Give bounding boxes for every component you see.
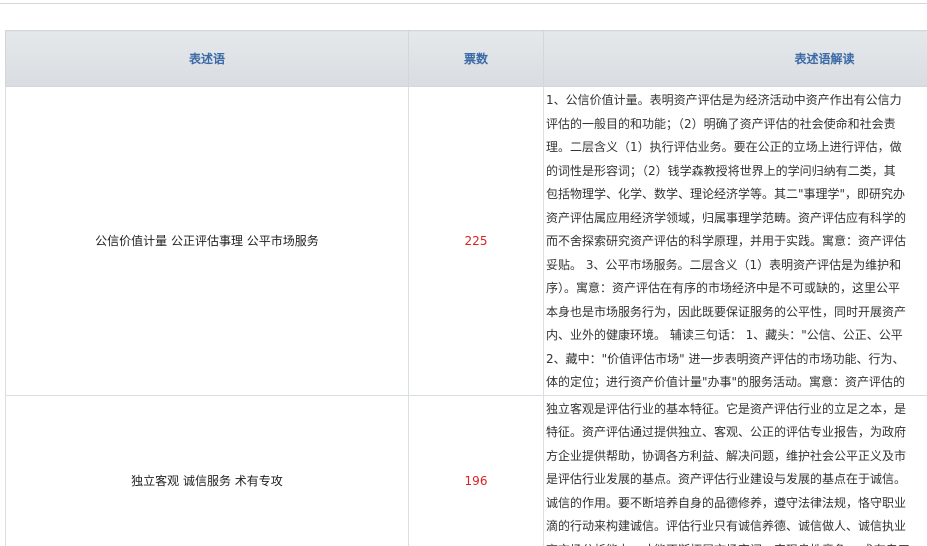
table-header-row: 表述语 票数 表述语解读 — [5, 30, 927, 87]
interpretation-text: 1、公信价值计量。表明资产评估是为经济活动中资产作出有公信力 评估的一般目的和功… — [546, 93, 907, 389]
phrase-cell: 公信价值计量 公正评估事理 公平市场服务 — [5, 86, 409, 396]
interpretation-cell: 独立客观是评估行业的基本特征。它是资产评估行业的立足之本，是 特征。资产评估通过… — [543, 394, 927, 546]
phrase-cell: 独立客观 诚信服务 术有专攻 — [5, 394, 409, 546]
results-table-container[interactable]: 表述语 票数 表述语解读 公信价值计量 公正评估事理 公平市场服务 225 1、… — [5, 30, 927, 546]
interpretation-cell: 1、公信价值计量。表明资产评估是为经济活动中资产作出有公信力 评估的一般目的和功… — [543, 86, 927, 396]
column-header-interpretation: 表述语解读 — [543, 30, 927, 87]
table-row: 公信价值计量 公正评估事理 公平市场服务 225 1、公信价值计量。表明资产评估… — [5, 86, 927, 396]
column-header-phrase: 表述语 — [5, 30, 409, 87]
votes-cell: 196 — [408, 394, 544, 546]
column-header-votes: 票数 — [408, 30, 544, 87]
table-row: 独立客观 诚信服务 术有专攻 196 独立客观是评估行业的基本特征。它是资产评估… — [5, 394, 927, 546]
interpretation-text: 独立客观是评估行业的基本特征。它是资产评估行业的立足之本，是 特征。资产评估通过… — [546, 401, 910, 546]
results-table: 表述语 票数 表述语解读 公信价值计量 公正评估事理 公平市场服务 225 1、… — [5, 30, 927, 546]
votes-cell: 225 — [408, 86, 544, 396]
top-divider — [0, 3, 927, 4]
